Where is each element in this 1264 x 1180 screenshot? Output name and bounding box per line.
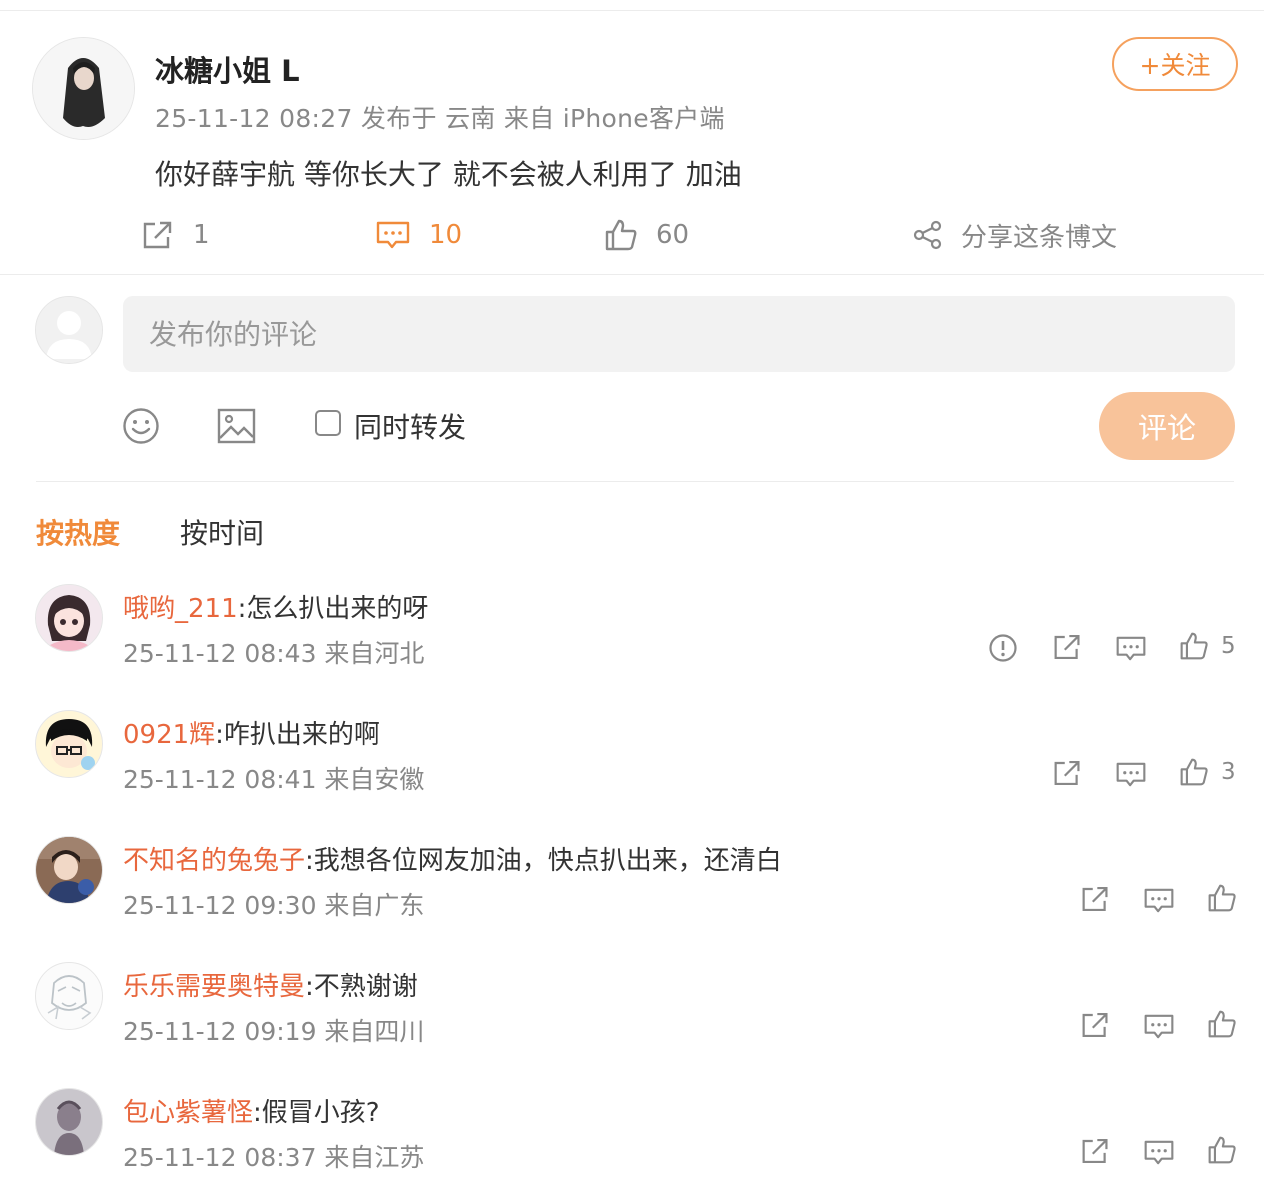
repost-icon[interactable] — [1080, 1136, 1111, 1170]
comment-body: 0921辉:咋扒出来的啊 — [123, 714, 380, 751]
commenter-avatar[interactable] — [35, 710, 103, 778]
commenter-avatar[interactable] — [35, 962, 103, 1030]
like-count: 60 — [656, 220, 690, 250]
repost-icon[interactable] — [1080, 1010, 1111, 1044]
comment-icon[interactable] — [1143, 1138, 1175, 1171]
comment-icon[interactable] — [1115, 760, 1147, 793]
thumbs-up-icon — [1208, 1010, 1236, 1038]
repost-checkbox[interactable] — [315, 410, 341, 436]
comment-icon[interactable] — [1143, 1012, 1175, 1045]
follow-button[interactable]: +关注 — [1112, 37, 1238, 91]
comment-text: :我想各位网友加油，快点扒出来，还清白 — [305, 846, 782, 876]
comment-icon — [376, 221, 410, 249]
comment-body: 包心紫薯怪:假冒小孩? — [123, 1092, 380, 1129]
post-meta: 25-11-12 08:27 发布于 云南 来自 iPhone客户端 — [155, 104, 725, 133]
thumbs-up-icon — [1180, 632, 1208, 660]
thumbs-up-icon — [1208, 1136, 1236, 1164]
like-button[interactable]: 5 — [1179, 631, 1236, 661]
author-avatar[interactable] — [32, 37, 135, 140]
commenter-avatar[interactable] — [35, 836, 103, 904]
image-icon[interactable] — [217, 408, 257, 444]
comment-like-count: 5 — [1221, 633, 1236, 659]
share-icon — [913, 220, 942, 250]
comment-username[interactable]: 哦哟_211 — [123, 594, 238, 624]
comment-body: 乐乐需要奥特曼:不熟谢谢 — [123, 966, 418, 1003]
like-action[interactable]: 60 — [604, 214, 689, 256]
emoji-icon[interactable] — [122, 407, 160, 445]
like-button[interactable] — [1207, 1009, 1237, 1039]
repost-action[interactable]: 1 — [141, 214, 210, 256]
thumbs-up-icon — [1180, 758, 1208, 786]
commenter-avatar[interactable] — [35, 584, 103, 652]
comment-username[interactable]: 包心紫薯怪 — [123, 1098, 253, 1128]
comment-action[interactable]: 10 — [375, 214, 462, 256]
comment-meta: 25-11-12 08:37 来自江苏 — [123, 1143, 425, 1172]
post-text: 你好薛宇航 等你长大了 就不会被人利用了 加油 — [155, 158, 742, 191]
comment-username[interactable]: 乐乐需要奥特曼 — [123, 972, 305, 1002]
like-button[interactable] — [1207, 883, 1237, 913]
repost-checkbox-label[interactable]: 同时转发 — [354, 406, 466, 446]
repost-icon[interactable] — [1080, 884, 1111, 918]
report-icon[interactable] — [988, 633, 1018, 667]
tab-sort-hot[interactable]: 按热度 — [36, 512, 120, 552]
comment-username[interactable]: 0921辉 — [123, 720, 215, 750]
comment-username[interactable]: 不知名的兔兔子 — [123, 846, 305, 876]
thumbs-up-icon — [605, 219, 637, 251]
share-action[interactable]: 分享这条博文 — [913, 214, 1117, 256]
comment-text: :咋扒出来的啊 — [215, 720, 380, 750]
comment-meta: 25-11-12 09:19 来自四川 — [123, 1017, 425, 1046]
my-avatar — [35, 296, 103, 364]
comment-text: :怎么扒出来的呀 — [237, 594, 429, 624]
comment-meta: 25-11-12 08:41 来自安徽 — [123, 765, 425, 794]
share-label: 分享这条博文 — [961, 222, 1118, 253]
comment-text: :不熟谢谢 — [305, 972, 418, 1002]
submit-comment-button[interactable]: 评论 — [1099, 392, 1235, 460]
comment-body: 哦哟_211:怎么扒出来的呀 — [123, 588, 428, 625]
comment-icon[interactable] — [1115, 634, 1147, 667]
comment-text: :假冒小孩? — [253, 1098, 380, 1128]
like-button[interactable]: 3 — [1179, 757, 1236, 787]
comment-icon[interactable] — [1143, 886, 1175, 919]
divider — [36, 481, 1234, 482]
repost-icon — [143, 221, 172, 249]
commenter-avatar[interactable] — [35, 1088, 103, 1156]
divider — [0, 274, 1264, 275]
comment-count: 10 — [429, 220, 463, 250]
repost-count: 1 — [193, 220, 210, 250]
like-button[interactable] — [1207, 1135, 1237, 1165]
comment-like-count: 3 — [1221, 759, 1236, 785]
repost-icon[interactable] — [1052, 758, 1083, 792]
comment-meta: 25-11-12 08:43 来自河北 — [123, 639, 425, 668]
top-divider — [0, 10, 1264, 11]
thumbs-up-icon — [1208, 884, 1236, 912]
comment-meta: 25-11-12 09:30 来自广东 — [123, 891, 425, 920]
tab-sort-time[interactable]: 按时间 — [180, 512, 264, 552]
author-name[interactable]: 冰糖小姐 L — [155, 48, 300, 90]
repost-icon[interactable] — [1052, 632, 1083, 666]
comment-input[interactable] — [123, 296, 1235, 372]
comment-body: 不知名的兔兔子:我想各位网友加油，快点扒出来，还清白 — [123, 840, 782, 877]
